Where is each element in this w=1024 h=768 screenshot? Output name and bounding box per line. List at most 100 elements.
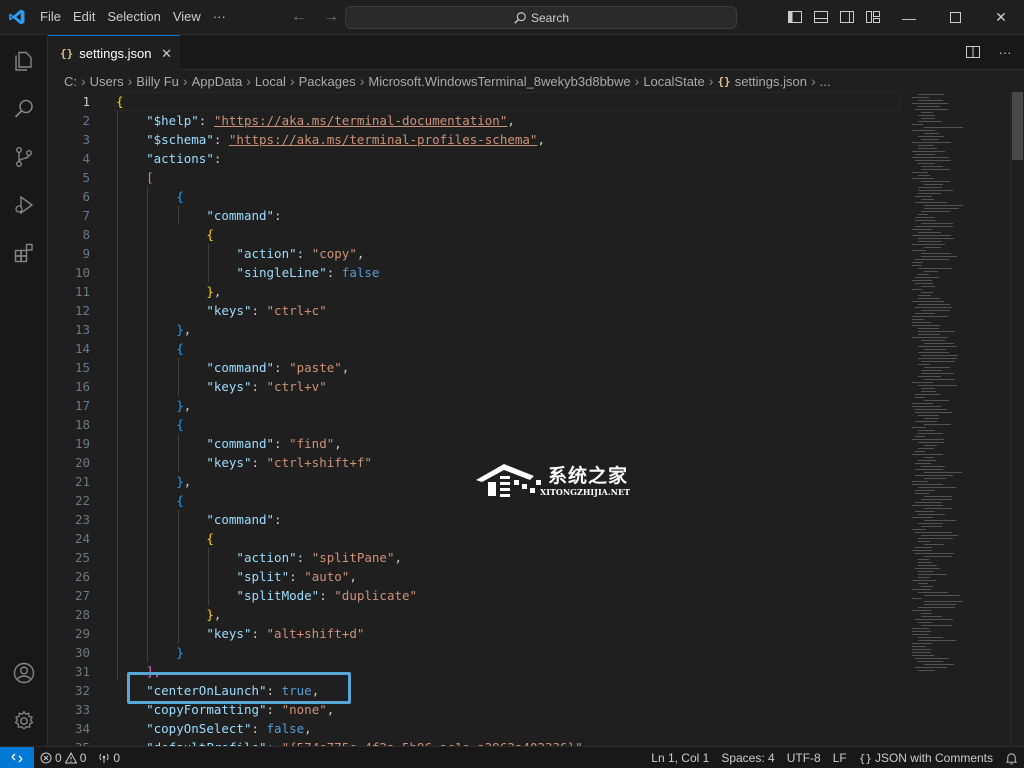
minimap-line (912, 250, 926, 251)
minimap-line (915, 451, 925, 452)
code-content[interactable]: { "$help": "https://aka.ms/terminal-docu… (116, 92, 896, 746)
line-number: 10 (74, 265, 90, 280)
menu-selection[interactable]: Selection (101, 5, 166, 29)
breadcrumb-item[interactable]: ... (820, 74, 831, 89)
remote-indicator-icon[interactable] (0, 746, 34, 768)
chevron-right-icon: › (246, 73, 251, 89)
minimap-line (918, 640, 956, 641)
minimap-line (924, 205, 963, 206)
code-token: , (326, 702, 335, 717)
breadcrumb-item[interactable]: settings.json (735, 74, 807, 89)
line-number: 28 (74, 607, 90, 622)
extensions-icon[interactable] (0, 229, 48, 277)
encoding[interactable]: UTF-8 (781, 747, 827, 768)
line-number: 27 (74, 588, 90, 603)
breadcrumb-item[interactable]: Packages (299, 74, 356, 89)
indentation[interactable]: Spaces: 4 (715, 747, 780, 768)
breadcrumb-item[interactable]: Microsoft.WindowsTerminal_8wekyb3d8bbwe (368, 74, 630, 89)
minimap-line (915, 259, 949, 260)
vertical-scrollbar[interactable] (1010, 92, 1024, 746)
manage-gear-icon[interactable] (0, 697, 48, 745)
breadcrumb-item[interactable]: C: (64, 74, 77, 89)
minimap[interactable] (906, 92, 1010, 746)
minimap-line (921, 166, 943, 167)
cursor-position[interactable]: Ln 1, Col 1 (645, 747, 715, 768)
code-line: "copyOnSelect": false, (116, 719, 312, 738)
minimap-line (912, 142, 951, 143)
minimap-line (918, 637, 943, 638)
minimap-line (912, 289, 922, 290)
minimap-line (918, 376, 941, 377)
notifications-bell-icon[interactable] (999, 747, 1024, 768)
menu-file[interactable]: File (34, 5, 67, 29)
minimap-line (918, 214, 928, 215)
minimap-line (918, 163, 935, 164)
minimize-icon[interactable]: — (886, 0, 932, 35)
code-token: , (213, 607, 222, 622)
minimap-line (918, 661, 943, 662)
end-of-line[interactable]: LF (827, 747, 853, 768)
search-label: Search (530, 10, 570, 25)
ports-indicator[interactable]: 0 (92, 747, 126, 768)
toggle-panel-icon[interactable] (810, 6, 832, 28)
minimap-line (918, 571, 934, 572)
minimap-line (912, 403, 933, 404)
minimap-line (924, 601, 963, 602)
menu-view[interactable]: View (167, 5, 207, 29)
code-token: , (334, 436, 342, 451)
command-search-box[interactable]: Search (345, 6, 737, 29)
minimap-line (912, 406, 941, 407)
minimap-line (915, 667, 947, 668)
line-number: 8 (82, 227, 90, 242)
customize-layout-icon[interactable] (862, 6, 884, 28)
scrollbar-thumb[interactable] (1012, 92, 1023, 160)
line-number: 11 (74, 284, 90, 299)
close-window-icon[interactable]: ✕ (978, 0, 1024, 35)
run-and-debug-icon[interactable] (0, 181, 48, 229)
minimap-line (918, 304, 950, 305)
breadcrumb-item[interactable]: Users (90, 74, 124, 89)
tab-settings-json[interactable]: {} settings.json ✕ (48, 35, 180, 70)
minimap-line (918, 565, 937, 566)
minimap-line (924, 544, 944, 545)
code-line: }, (116, 320, 191, 339)
minimap-line (918, 232, 941, 233)
close-tab-icon[interactable]: ✕ (161, 46, 172, 62)
menu-more[interactable]: ··· (207, 5, 232, 29)
forward-arrow-icon[interactable]: → (320, 6, 342, 28)
breadcrumb-item[interactable]: Local (255, 74, 286, 89)
maximize-icon[interactable] (932, 0, 978, 35)
accounts-icon[interactable] (0, 649, 48, 697)
chevron-right-icon: › (708, 73, 714, 89)
split-editor-icon[interactable] (962, 41, 984, 63)
minimap-line (924, 127, 963, 128)
problems-indicator[interactable]: 0 0 (34, 747, 92, 768)
explorer-icon[interactable] (0, 37, 48, 85)
minimap-line (912, 439, 944, 440)
source-control-icon[interactable] (0, 133, 48, 181)
code-token: "keys" (206, 626, 252, 641)
minimap-line (915, 394, 940, 395)
minimap-line (918, 274, 929, 275)
code-line: { (116, 339, 184, 358)
back-arrow-icon[interactable]: ← (288, 6, 310, 28)
code-token: } (176, 398, 184, 413)
minimap-line (915, 619, 953, 620)
minimap-line (921, 223, 953, 224)
search-view-icon[interactable] (0, 85, 48, 133)
toggle-secondary-sidebar-icon[interactable] (836, 6, 858, 28)
toggle-primary-sidebar-icon[interactable] (784, 6, 806, 28)
more-actions-icon[interactable]: ··· (994, 41, 1016, 63)
menu-edit[interactable]: Edit (67, 5, 101, 29)
chevron-right-icon: › (127, 73, 133, 89)
line-number: 32 (74, 683, 90, 698)
language-mode[interactable]: {} JSON with Comments (853, 747, 999, 768)
breadcrumb-item[interactable]: AppData (192, 74, 243, 89)
code-token: "ctrl+v" (266, 379, 327, 394)
breadcrumb-item[interactable]: Billy Fu (136, 74, 179, 89)
code-line: }, (116, 282, 221, 301)
minimap-line (912, 124, 923, 125)
breadcrumb-item[interactable]: LocalState (643, 74, 704, 89)
code-editor[interactable]: 1 2 3 4 5 6 7 8 9 10 11 12 13 14 15 16 17 18 19 20 21 22 23 24 2… (48, 92, 1024, 746)
